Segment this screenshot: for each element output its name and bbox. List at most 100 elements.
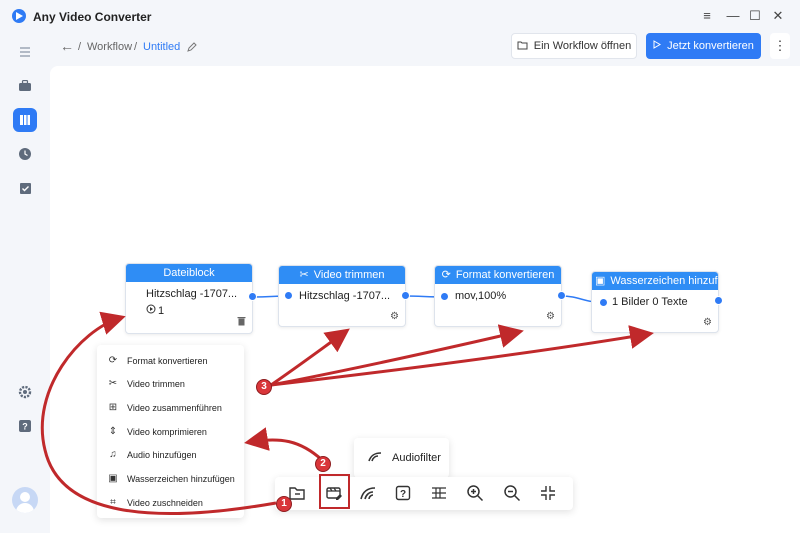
audio-filter-popover[interactable]: Audiofilter: [354, 438, 449, 478]
play-circle-icon: [146, 304, 156, 317]
node-filename: Hitzschlag -1707...: [299, 290, 391, 302]
node-header: ⟳ Format konvertieren: [435, 266, 561, 284]
node-watermark-value: 1 Bilder 0 Texte: [612, 296, 688, 308]
gear-icon[interactable]: ⚙: [546, 311, 555, 322]
maximize-icon[interactable]: ☐: [747, 8, 763, 24]
menu-item-video-merge[interactable]: ⊞ Video zusammenführen: [97, 396, 244, 419]
zoom-out-icon[interactable]: [502, 483, 522, 503]
audio-add-icon: ♫: [109, 449, 117, 460]
menu-item-label: Audio hinzufügen: [127, 449, 197, 460]
scissors-icon: ✂: [299, 269, 309, 281]
briefcase-icon[interactable]: [13, 74, 37, 98]
menu-item-label: Video komprimieren: [127, 426, 207, 437]
svg-text:?: ?: [22, 422, 28, 432]
gear-icon[interactable]: [13, 380, 37, 404]
node-title: Video trimmen: [313, 269, 385, 281]
watermark-icon: ▣: [595, 275, 606, 287]
menu-item-watermark[interactable]: ▣ Wasserzeichen hinzufügen: [97, 467, 244, 490]
app-logo-icon: [12, 9, 26, 23]
close-icon[interactable]: ✕: [770, 8, 786, 24]
sidebar: ?: [0, 32, 50, 533]
play-icon: [653, 40, 662, 52]
minimize-icon[interactable]: —: [725, 8, 741, 24]
more-options-icon[interactable]: ⋮: [770, 33, 790, 59]
convert-icon: ⟳: [441, 269, 451, 281]
book-icon[interactable]: [13, 108, 37, 132]
node-watermark[interactable]: ▣ Wasserzeichen hinzufügen 1 Bilder 0 Te…: [591, 271, 719, 333]
highlight-box: [319, 474, 350, 509]
fit-screen-icon[interactable]: [538, 483, 558, 503]
node-title: Wasserzeichen hinzufügen: [610, 275, 718, 287]
watermark-icon: ▣: [108, 473, 118, 484]
menu-item-audio-add[interactable]: ♫ Audio hinzufügen: [97, 443, 244, 466]
open-workflow-label: Ein Workflow öffnen: [533, 40, 632, 52]
compress-icon: ⇕: [108, 426, 118, 437]
add-node-menu: ⟳ Format konvertieren ✂ Video trimmen ⊞ …: [97, 345, 244, 518]
output-port[interactable]: [248, 292, 257, 301]
folder-icon: [517, 40, 528, 53]
merge-icon: ⊞: [108, 402, 118, 413]
menu-item-label: Video trimmen: [127, 378, 185, 389]
scissors-icon: ✂: [108, 378, 118, 389]
output-port[interactable]: [557, 291, 566, 300]
menu-item-video-trim[interactable]: ✂ Video trimmen: [97, 372, 244, 395]
step-badge-3: 3: [256, 379, 272, 395]
gear-icon[interactable]: ⚙: [390, 311, 399, 322]
gear-icon[interactable]: ⚙: [703, 317, 712, 328]
input-port[interactable]: [599, 298, 608, 307]
app-title: Any Video Converter: [33, 10, 152, 24]
node-filename: Hitzschlag -1707...: [146, 288, 238, 300]
menu-item-format-convert[interactable]: ⟳ Format konvertieren: [97, 349, 244, 372]
breadcrumb-current: Untitled: [143, 41, 181, 53]
question-icon[interactable]: ?: [13, 414, 37, 438]
svg-text:?: ?: [400, 489, 406, 500]
edit-pencil-icon[interactable]: [186, 40, 198, 58]
convert-now-button[interactable]: Jetzt konvertieren: [646, 33, 761, 59]
collapse-sidebar-icon[interactable]: [13, 40, 37, 64]
node-format-convert[interactable]: ⟳ Format konvertieren mov,100% ⚙: [434, 265, 562, 327]
node-file-block[interactable]: Dateiblock Hitzschlag -1707... 1: [125, 263, 253, 334]
open-workflow-button[interactable]: Ein Workflow öffnen: [511, 33, 637, 59]
menu-item-label: Format konvertieren: [127, 355, 208, 366]
back-arrow-icon[interactable]: ←: [60, 38, 74, 54]
step-badge-2: 2: [315, 456, 331, 472]
title-bar: Any Video Converter ≡ — ☐ ✕: [0, 0, 800, 32]
input-port[interactable]: [440, 292, 449, 301]
output-port[interactable]: [714, 296, 723, 305]
node-video-trim[interactable]: ✂ Video trimmen Hitzschlag -1707... ⚙: [278, 265, 406, 327]
output-port[interactable]: [401, 291, 410, 300]
list-icon[interactable]: [429, 483, 449, 503]
file-count-value: 1: [158, 304, 165, 317]
node-file-count: 1: [126, 300, 252, 317]
breadcrumb-workflow[interactable]: Workflow: [87, 41, 132, 53]
clock-icon[interactable]: [13, 142, 37, 166]
convert-now-label: Jetzt konvertieren: [667, 40, 754, 52]
menu-item-label: Video zusammenführen: [127, 402, 222, 413]
audio-filter-label: Audiofilter: [392, 452, 441, 464]
top-bar: ← / Workflow / Untitled Ein Workflow öff…: [50, 32, 800, 62]
node-title: Dateiblock: [163, 267, 215, 279]
audio-filter-icon: [368, 451, 382, 466]
menu-item-video-compress[interactable]: ⇕ Video komprimieren: [97, 420, 244, 443]
node-title: Format konvertieren: [455, 269, 555, 281]
input-port[interactable]: [284, 291, 293, 300]
checklist-icon[interactable]: [13, 176, 37, 200]
avatar[interactable]: [12, 487, 38, 513]
node-header: ✂ Video trimmen: [279, 266, 405, 284]
node-format-value: mov,100%: [455, 290, 507, 302]
menu-item-label: Video zuschneiden: [127, 497, 203, 508]
node-header: Dateiblock: [126, 264, 252, 282]
convert-icon: ⟳: [108, 355, 118, 366]
help-box-icon[interactable]: ?: [393, 483, 413, 503]
audio-filter-icon[interactable]: [358, 483, 378, 503]
node-header: ▣ Wasserzeichen hinzufügen: [592, 272, 718, 290]
breadcrumb-separator: /: [134, 41, 138, 53]
trash-icon[interactable]: [237, 316, 246, 329]
breadcrumb-separator: /: [78, 41, 82, 53]
crop-icon: ⌗: [110, 497, 116, 508]
step-badge-1: 1: [276, 496, 292, 512]
menu-item-label: Wasserzeichen hinzufügen: [127, 473, 235, 484]
zoom-in-icon[interactable]: [465, 483, 485, 503]
menu-item-video-crop[interactable]: ⌗ Video zuschneiden: [97, 491, 244, 514]
hamburger-menu-icon[interactable]: ≡: [699, 8, 715, 24]
